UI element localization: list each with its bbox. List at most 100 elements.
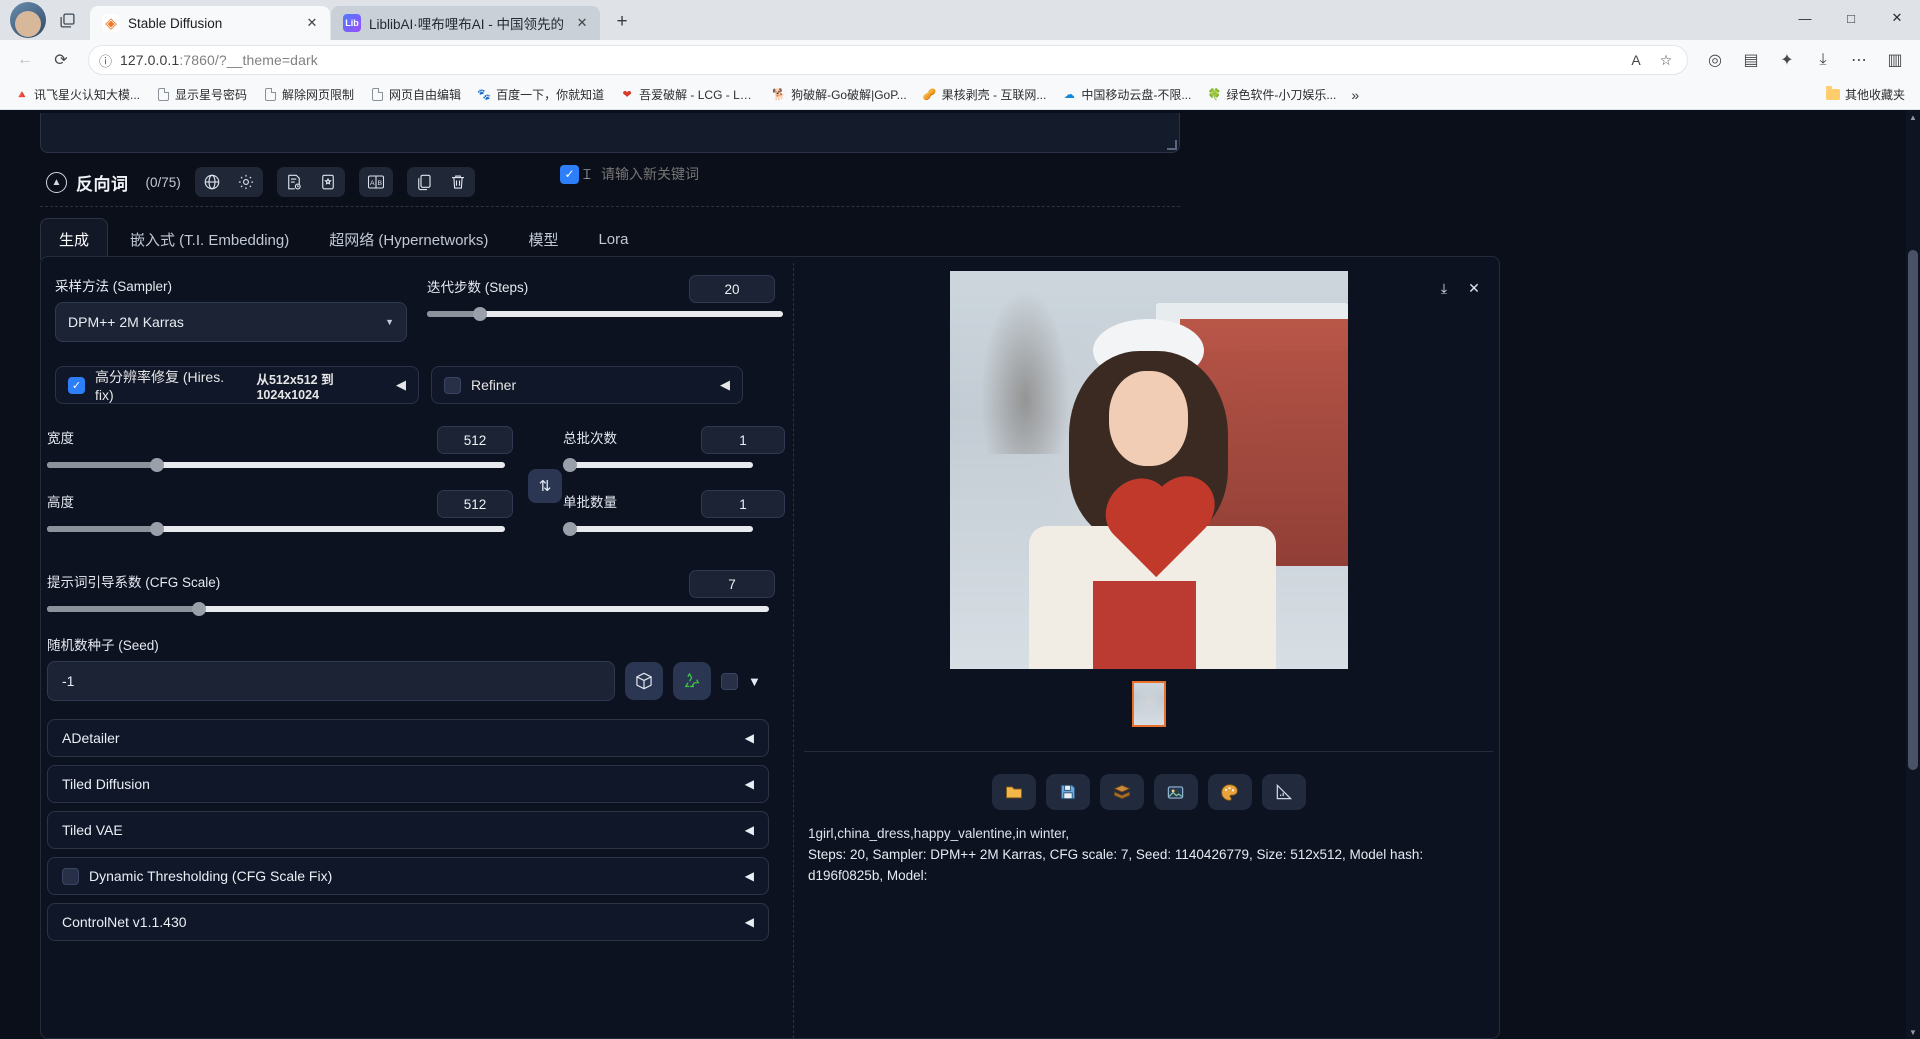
- accordion-arrow-icon[interactable]: ◀: [745, 731, 754, 745]
- save-zip-button[interactable]: [1100, 774, 1144, 810]
- profile-avatar[interactable]: [10, 2, 46, 38]
- send-to-extras-button[interactable]: [1262, 774, 1306, 810]
- copilot-icon[interactable]: ◎: [1700, 45, 1730, 75]
- width-slider[interactable]: [47, 462, 505, 468]
- extra-seed-checkbox[interactable]: [721, 673, 738, 690]
- send-to-inpaint-button[interactable]: [1208, 774, 1252, 810]
- cfg-scale-value[interactable]: 7: [689, 570, 775, 598]
- accordion-controlnet[interactable]: ControlNet v1.1.430 ◀: [47, 903, 769, 941]
- address-bar[interactable]: ⓘ 127.0.0.1:7860/?__theme=dark A ☆: [88, 45, 1688, 75]
- bookmark-item[interactable]: 解除网页限制: [256, 83, 361, 106]
- bookmark-item[interactable]: 网页自由编辑: [363, 83, 468, 106]
- gallery-thumbnail[interactable]: [1132, 681, 1166, 727]
- accordion-tiled-diffusion[interactable]: Tiled Diffusion ◀: [47, 765, 769, 803]
- refiner-checkbox[interactable]: [444, 377, 461, 394]
- random-seed-dice-icon[interactable]: [625, 662, 663, 700]
- batch-size-value[interactable]: 1: [701, 490, 785, 518]
- tab-lora[interactable]: Lora: [580, 221, 646, 258]
- bookmark-item[interactable]: 🐕狗破解-Go破解|GoP...: [765, 83, 914, 106]
- tab-embedding[interactable]: 嵌入式 (T.I. Embedding): [112, 219, 307, 260]
- gear-icon[interactable]: [229, 167, 263, 197]
- height-value[interactable]: 512: [437, 490, 513, 518]
- close-gallery-icon[interactable]: ✕: [1463, 277, 1485, 299]
- generation-info-icon[interactable]: [277, 167, 311, 197]
- site-info-icon[interactable]: ⓘ: [99, 51, 112, 70]
- width-value[interactable]: 512: [437, 426, 513, 454]
- keyword-checkbox[interactable]: ✓: [560, 165, 579, 184]
- copy-icon[interactable]: [407, 167, 441, 197]
- batch-count-slider[interactable]: [563, 462, 753, 468]
- refiner-arrow-icon[interactable]: ◀: [720, 377, 730, 393]
- scroll-up-icon[interactable]: ▲: [1906, 110, 1920, 124]
- maximize-button[interactable]: □: [1828, 0, 1874, 36]
- height-slider[interactable]: [47, 526, 505, 532]
- scrollbar-thumb[interactable]: [1908, 250, 1918, 770]
- browser-tab-liblibai[interactable]: Lib LiblibAI·哩布哩布AI - 中国领先的 ✕: [331, 6, 600, 40]
- browser-essentials-icon[interactable]: ▥: [1880, 45, 1910, 75]
- generated-image[interactable]: [950, 271, 1348, 669]
- seed-input[interactable]: -1: [47, 661, 615, 701]
- trash-icon[interactable]: [441, 167, 475, 197]
- sampler-select[interactable]: DPM++ 2M Karras ▼: [55, 302, 407, 342]
- bookmark-item[interactable]: ❤吾爱破解 - LCG - LS...: [613, 83, 763, 106]
- new-tab-button[interactable]: +: [607, 7, 637, 37]
- scroll-down-icon[interactable]: ▼: [1906, 1025, 1920, 1039]
- reload-icon[interactable]: ⟳: [46, 45, 76, 75]
- batch-count-value[interactable]: 1: [701, 426, 785, 454]
- cfg-scale-slider[interactable]: [47, 606, 769, 612]
- chevron-up-circle-icon[interactable]: ▲: [46, 172, 67, 193]
- bookmark-star-icon[interactable]: [311, 167, 345, 197]
- accordion-tiled-vae[interactable]: Tiled VAE ◀: [47, 811, 769, 849]
- tab-close-icon[interactable]: ✕: [302, 13, 322, 33]
- extra-seed-caret-icon[interactable]: ▼: [748, 674, 761, 689]
- globe-icon[interactable]: [195, 167, 229, 197]
- save-button[interactable]: [1046, 774, 1090, 810]
- bookmark-item[interactable]: 🔺讯飞星火认知大模...: [8, 83, 147, 106]
- read-aloud-icon[interactable]: A: [1625, 52, 1647, 68]
- hires-fix-checkbox[interactable]: ✓: [68, 377, 85, 394]
- favorite-star-icon[interactable]: ☆: [1655, 52, 1677, 69]
- swap-dimensions-button[interactable]: ⇅: [528, 469, 562, 503]
- dynamic-thresholding-checkbox[interactable]: [62, 868, 79, 885]
- tab-close-icon[interactable]: ✕: [572, 13, 592, 33]
- accordion-dynamic-thresholding[interactable]: Dynamic Thresholding (CFG Scale Fix) ◀: [47, 857, 769, 895]
- bookmark-item[interactable]: 🥜果核剥壳 - 互联网...: [916, 83, 1054, 106]
- downloads-icon[interactable]: ⤓: [1808, 45, 1838, 75]
- tab-search-icon[interactable]: [52, 2, 82, 38]
- hires-fix-accordion[interactable]: ✓ 高分辨率修复 (Hires. fix) 从512x512 到1024x102…: [55, 366, 419, 404]
- resize-grip[interactable]: [1167, 140, 1177, 150]
- download-image-icon[interactable]: ⤓: [1433, 277, 1455, 299]
- more-options-icon[interactable]: ⋯: [1844, 45, 1874, 75]
- accordion-arrow-icon[interactable]: ◀: [745, 777, 754, 791]
- new-keyword-input[interactable]: [593, 160, 1169, 188]
- hires-fix-arrow-icon[interactable]: ◀: [396, 377, 406, 393]
- send-to-img2img-button[interactable]: [1154, 774, 1198, 810]
- batch-size-slider[interactable]: [563, 526, 753, 532]
- back-icon[interactable]: ←: [10, 45, 40, 75]
- accordion-arrow-icon[interactable]: ◀: [745, 823, 754, 837]
- tab-generate[interactable]: 生成: [40, 218, 108, 260]
- page-scrollbar[interactable]: ▲ ▼: [1906, 110, 1920, 1039]
- minimize-button[interactable]: —: [1782, 0, 1828, 36]
- other-bookmarks-folder[interactable]: 其他收藏夹: [1819, 83, 1912, 106]
- accordion-adetailer[interactable]: ADetailer ◀: [47, 719, 769, 757]
- open-folder-button[interactable]: [992, 774, 1036, 810]
- translate-ab-icon[interactable]: AB: [359, 167, 393, 197]
- accordion-arrow-icon[interactable]: ◀: [745, 869, 754, 883]
- negative-prompt-header[interactable]: ▲ 反向词 (0/75): [40, 170, 181, 195]
- tab-hypernetworks[interactable]: 超网络 (Hypernetworks): [311, 219, 506, 260]
- bookmark-item[interactable]: ☁中国移动云盘-不限...: [1055, 83, 1198, 106]
- refiner-accordion[interactable]: Refiner ◀: [431, 366, 743, 404]
- collections-icon[interactable]: ✦: [1772, 45, 1802, 75]
- tab-checkpoints[interactable]: 模型: [510, 219, 576, 260]
- bookmark-item[interactable]: 显示星号密码: [149, 83, 254, 106]
- split-screen-icon[interactable]: ▤: [1736, 45, 1766, 75]
- bookmarks-overflow-icon[interactable]: »: [1345, 87, 1365, 103]
- browser-tab-stable-diffusion[interactable]: ◈ Stable Diffusion ✕: [90, 6, 330, 40]
- bookmark-item[interactable]: 🐾百度一下，你就知道: [470, 83, 611, 106]
- reuse-seed-recycle-icon[interactable]: [673, 662, 711, 700]
- steps-value[interactable]: 20: [689, 275, 775, 303]
- prompt-textarea[interactable]: [40, 113, 1180, 153]
- steps-slider[interactable]: [427, 311, 783, 317]
- close-window-button[interactable]: ✕: [1874, 0, 1920, 36]
